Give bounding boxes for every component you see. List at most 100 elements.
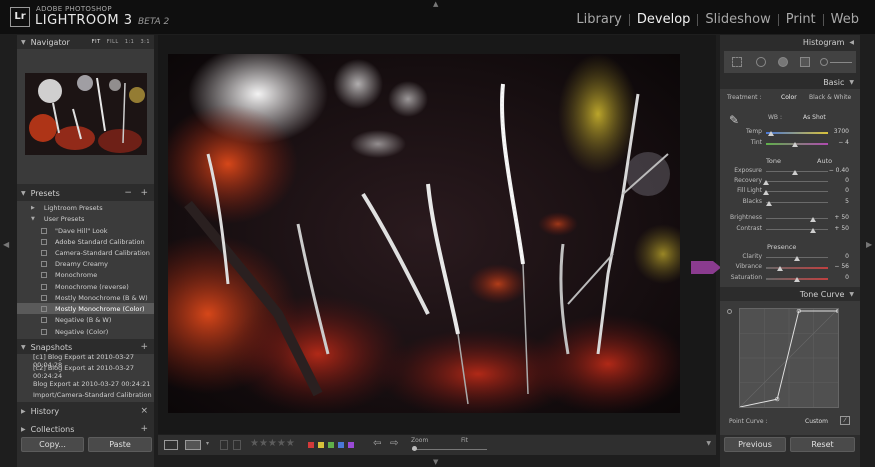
tone-curve-graph[interactable] bbox=[739, 308, 839, 408]
zoom-slider-track[interactable] bbox=[412, 449, 487, 450]
slider-value[interactable]: 0 bbox=[820, 253, 849, 260]
add-collection-button[interactable]: + bbox=[140, 424, 148, 434]
preset-item[interactable]: Negative (B & W) bbox=[17, 314, 154, 325]
nav-option-3-1[interactable]: 3:1 bbox=[140, 39, 150, 45]
adjustment-brush-icon[interactable] bbox=[820, 58, 828, 66]
module-web[interactable]: Web bbox=[827, 12, 863, 27]
preset-item[interactable]: Mostly Monochrome (B & W) bbox=[17, 292, 154, 303]
before-after-view-icon[interactable] bbox=[185, 440, 201, 450]
color-label-red[interactable] bbox=[308, 442, 314, 448]
red-eye-icon[interactable] bbox=[778, 57, 788, 67]
color-label-blue[interactable] bbox=[338, 442, 344, 448]
slider-value[interactable]: + 50 bbox=[820, 214, 849, 221]
slider-knob[interactable] bbox=[767, 131, 774, 136]
slider-value[interactable]: − 0.40 bbox=[820, 167, 849, 174]
slider-knob[interactable] bbox=[766, 201, 773, 206]
add-preset-button[interactable]: + bbox=[140, 188, 148, 198]
histogram-header[interactable]: Histogram ◀ bbox=[720, 35, 860, 49]
module-slideshow[interactable]: Slideshow bbox=[701, 12, 774, 27]
slider-knob[interactable] bbox=[763, 180, 769, 185]
slider-value[interactable]: 5 bbox=[820, 198, 849, 205]
navigator-thumbnail[interactable] bbox=[25, 73, 147, 155]
graduated-filter-icon[interactable] bbox=[800, 57, 810, 67]
slider-track[interactable] bbox=[766, 267, 828, 269]
snapshot-item[interactable]: Blog Export at 2010-03-27 00:24:21 bbox=[17, 378, 154, 389]
slider-knob[interactable] bbox=[791, 170, 798, 175]
slider-value[interactable]: − 4 bbox=[820, 139, 849, 146]
collections-header[interactable]: ▶ Collections + bbox=[17, 422, 154, 436]
white-balance-picker-icon[interactable]: ✎ bbox=[729, 113, 739, 127]
preset-item[interactable]: Monochrome (reverse) bbox=[17, 281, 154, 292]
slider-value[interactable]: 0 bbox=[820, 187, 849, 194]
loupe-view-icon[interactable] bbox=[164, 440, 178, 450]
add-snapshot-button[interactable]: + bbox=[140, 342, 148, 352]
slider-track[interactable] bbox=[766, 181, 828, 182]
toggle-filmstrip-icon[interactable]: ▼ bbox=[433, 458, 438, 466]
slider-track[interactable] bbox=[766, 132, 828, 134]
slider-value[interactable]: − 56 bbox=[820, 263, 849, 270]
color-label-yellow[interactable] bbox=[318, 442, 324, 448]
toolbar-menu-icon[interactable]: ▼ bbox=[706, 440, 711, 447]
toggle-left-panel-icon[interactable]: ◀ bbox=[3, 240, 9, 249]
toggle-right-panel-icon[interactable]: ▶ bbox=[866, 240, 872, 249]
next-photo-icon[interactable]: ⇨ bbox=[390, 438, 398, 449]
slider-track[interactable] bbox=[766, 202, 828, 203]
reject-flag-icon[interactable] bbox=[233, 440, 241, 450]
treatment-color-option[interactable]: Color bbox=[781, 94, 797, 101]
zoom-slider-knob[interactable] bbox=[412, 446, 417, 451]
spot-removal-icon[interactable] bbox=[756, 57, 766, 67]
snapshot-item[interactable]: [c2] Blog Export at 2010-03-27 00:24:24 bbox=[17, 364, 154, 380]
color-label-green[interactable] bbox=[328, 442, 334, 448]
previous-settings-button[interactable]: Previous bbox=[724, 437, 786, 452]
nav-option-fit[interactable]: FIT bbox=[92, 39, 101, 45]
slider-knob[interactable] bbox=[809, 228, 816, 233]
tone-curve-header[interactable]: Tone Curve ▼ bbox=[720, 287, 860, 301]
slider-knob[interactable] bbox=[809, 217, 816, 222]
clear-history-button[interactable]: × bbox=[140, 406, 148, 416]
slider-track[interactable] bbox=[766, 229, 828, 230]
color-label-purple[interactable] bbox=[348, 442, 354, 448]
preset-item[interactable]: Adobe Standard Calibration bbox=[17, 236, 154, 247]
remove-preset-button[interactable]: − bbox=[124, 188, 132, 198]
nav-option-fill[interactable]: FILL bbox=[107, 39, 119, 45]
previous-photo-icon[interactable]: ⇦ bbox=[373, 438, 381, 449]
nav-option-1-1[interactable]: 1:1 bbox=[125, 39, 135, 45]
main-photo[interactable] bbox=[168, 54, 680, 413]
slider-knob[interactable] bbox=[763, 190, 769, 195]
slider-value[interactable]: 0 bbox=[820, 274, 849, 281]
targeted-adjustment-icon[interactable] bbox=[727, 309, 732, 314]
flag-icon[interactable] bbox=[220, 440, 228, 450]
tone-auto-button[interactable]: Auto bbox=[817, 157, 832, 165]
wb-value[interactable]: As Shot bbox=[803, 114, 826, 121]
navigator-header[interactable]: ▼ Navigator FIT FILL 1:1 3:1 bbox=[17, 35, 154, 49]
preset-item[interactable]: Camera-Standard Calibration bbox=[17, 247, 154, 258]
slider-track[interactable] bbox=[766, 191, 828, 192]
preset-folder-lightroom[interactable]: ▶ Lightroom Presets bbox=[17, 202, 154, 213]
show-top-panel-icon[interactable]: ▲ bbox=[433, 0, 438, 8]
history-header[interactable]: ▶ History × bbox=[17, 404, 154, 418]
preset-item[interactable]: Negative (Color) bbox=[17, 326, 154, 337]
crop-icon[interactable] bbox=[732, 57, 742, 67]
brush-slider-icon[interactable] bbox=[830, 62, 852, 63]
snapshot-item[interactable]: Import/Camera-Standard Calibration bbox=[17, 389, 154, 400]
module-print[interactable]: Print bbox=[782, 12, 820, 27]
paste-settings-button[interactable]: Paste bbox=[88, 437, 152, 452]
preset-folder-user[interactable]: ▼ User Presets bbox=[17, 213, 154, 224]
treatment-bw-option[interactable]: Black & White bbox=[809, 94, 851, 101]
slider-track[interactable] bbox=[766, 218, 828, 219]
preset-item[interactable]: Dreamy Creamy bbox=[17, 258, 154, 269]
preset-item[interactable]: Monochrome bbox=[17, 269, 154, 280]
slider-knob[interactable] bbox=[792, 142, 799, 147]
view-dropdown-icon[interactable]: ▾ bbox=[206, 440, 209, 447]
reset-button[interactable]: Reset bbox=[790, 437, 855, 452]
star-rating[interactable]: ★★★★★ bbox=[250, 438, 295, 449]
module-library[interactable]: Library bbox=[572, 12, 625, 27]
basic-panel-header[interactable]: Basic ▼ bbox=[720, 75, 860, 89]
slider-value[interactable]: 3700 bbox=[820, 128, 849, 135]
module-develop[interactable]: Develop bbox=[633, 12, 695, 27]
slider-knob[interactable] bbox=[794, 256, 800, 261]
preset-item-selected[interactable]: Mostly Monochrome (Color) bbox=[17, 303, 154, 314]
slider-knob[interactable] bbox=[776, 266, 783, 271]
slider-value[interactable]: 0 bbox=[820, 177, 849, 184]
preset-item[interactable]: "Dave Hill" Look bbox=[17, 225, 154, 236]
